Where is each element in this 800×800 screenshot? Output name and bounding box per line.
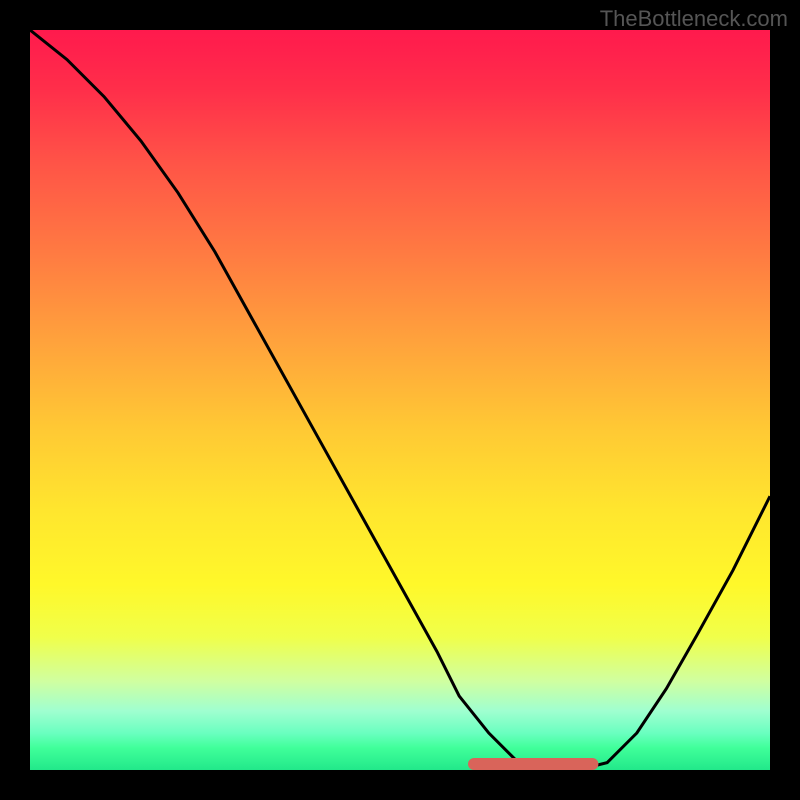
chart-plot-area [30,30,770,770]
watermark-text: TheBottleneck.com [600,6,788,32]
chart-svg [30,30,770,770]
bottleneck-curve-line [30,30,770,770]
